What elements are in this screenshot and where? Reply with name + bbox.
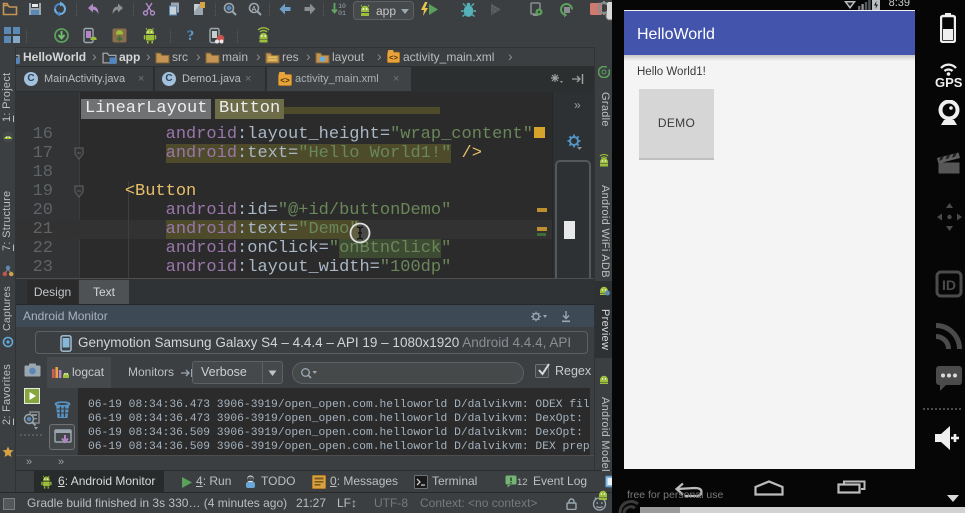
- svg-text:?: ?: [187, 28, 195, 43]
- svg-text:<>: <>: [280, 77, 290, 86]
- svg-text:<>: <>: [389, 55, 398, 63]
- svg-text:10: 10: [338, 3, 346, 10]
- svg-text:ID: ID: [942, 277, 956, 293]
- svg-text:A: A: [252, 6, 257, 13]
- svg-text:01: 01: [338, 10, 346, 17]
